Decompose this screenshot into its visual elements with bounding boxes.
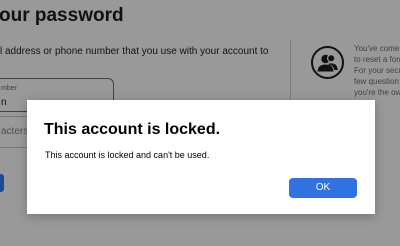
dialog-message: This account is locked and can't be used… xyxy=(45,150,210,160)
ok-button[interactable]: OK xyxy=(289,178,357,198)
dialog-title: This account is locked. xyxy=(44,121,221,138)
account-locked-dialog: This account is locked. This account is … xyxy=(27,100,375,214)
